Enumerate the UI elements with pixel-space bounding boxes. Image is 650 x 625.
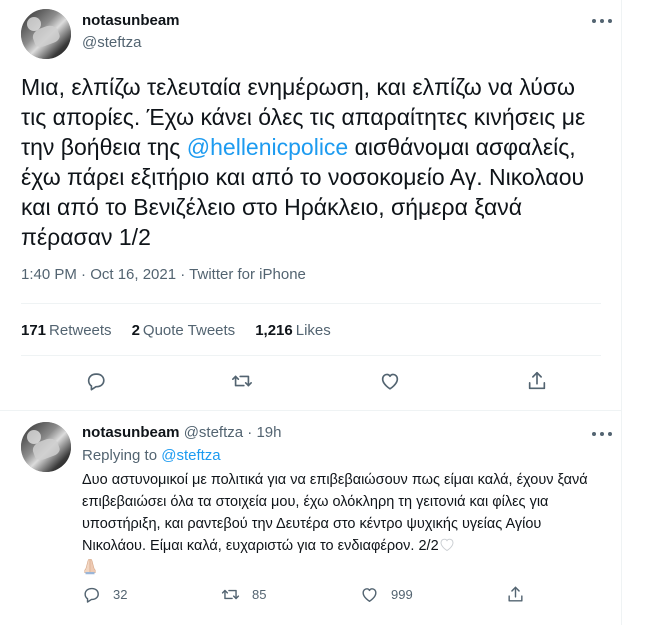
reply-tweet[interactable]: notasunbeam @steftza · 19h Replying to @… (0, 411, 622, 625)
reply-icon (84, 587, 99, 603)
tweet-meta: 1:40 PM · Oct 16, 2021 · Twitter for iPh… (21, 266, 306, 283)
tweet-time[interactable]: 19h (256, 424, 281, 441)
mention-link[interactable]: @hellenicpolice (187, 134, 348, 160)
reply-header: notasunbeam @steftza · 19h (82, 424, 281, 441)
share-button[interactable] (506, 585, 525, 604)
retweets-stat[interactable]: 171 Retweets (21, 322, 112, 339)
replying-mention[interactable]: @steftza (161, 447, 220, 464)
reply-text-body: Δυο αστυνομικοί με πολιτικά για να επιβε… (82, 472, 588, 554)
likes-label: Likes (295, 322, 331, 339)
folded-hands-emoji (84, 558, 96, 575)
quote-count: 2 (131, 322, 140, 339)
retweets-label: Retweets (49, 322, 112, 339)
like-icon (362, 588, 377, 602)
avatar[interactable] (21, 422, 71, 472)
quote-label: Quote Tweets (142, 322, 236, 339)
main-tweet: notasunbeam @steftza Μια, ελπίζω τελευτα… (0, 0, 622, 410)
tweet-stats: 171 Retweets 2 Quote Tweets 1,216 Likes (21, 322, 331, 339)
white-heart-emoji (440, 538, 454, 552)
divider (21, 355, 601, 356)
retweet-count: 85 (252, 587, 267, 602)
user-handle[interactable]: @steftza (82, 34, 141, 51)
like-button[interactable]: 999 (360, 585, 413, 604)
tweet-source[interactable]: Twitter for iPhone (189, 266, 306, 283)
share-icon (508, 586, 523, 602)
tweet-timestamp[interactable]: 1:40 PM · Oct 16, 2021 · (21, 266, 189, 283)
more-icon[interactable] (592, 14, 612, 28)
replying-label: Replying to (82, 447, 162, 464)
quote-tweets-stat[interactable]: 2 Quote Tweets (132, 322, 236, 339)
reply-text: Δυο αστυνομικοί με πολιτικά για να επιβε… (82, 469, 602, 579)
user-handle[interactable]: @steftza (184, 424, 243, 441)
retweet-icon (221, 589, 240, 600)
display-name[interactable]: notasunbeam (82, 424, 180, 441)
reply-button[interactable]: 32 (82, 585, 127, 604)
tweet-actions (0, 368, 622, 402)
reply-count: 32 (113, 587, 128, 602)
share-icon[interactable] (524, 368, 550, 394)
more-icon[interactable] (592, 427, 612, 441)
reply-actions: 32 85 999 (82, 585, 582, 611)
divider (21, 303, 601, 304)
like-count: 999 (391, 587, 413, 602)
tweet-text: Μια, ελπίζω τελευταία ενημέρωση, και ελπ… (21, 72, 601, 252)
retweet-icon[interactable] (229, 368, 255, 394)
retweets-count: 171 (21, 322, 47, 339)
display-name[interactable]: notasunbeam (82, 12, 180, 29)
likes-stat[interactable]: 1,216 Likes (255, 322, 331, 339)
retweet-button[interactable]: 85 (221, 585, 266, 604)
separator: · (243, 424, 257, 441)
replying-to: Replying to @steftza (82, 447, 221, 464)
likes-count: 1,216 (255, 322, 293, 339)
reply-icon[interactable] (83, 368, 109, 394)
avatar[interactable] (21, 9, 71, 59)
like-icon[interactable] (377, 368, 403, 394)
